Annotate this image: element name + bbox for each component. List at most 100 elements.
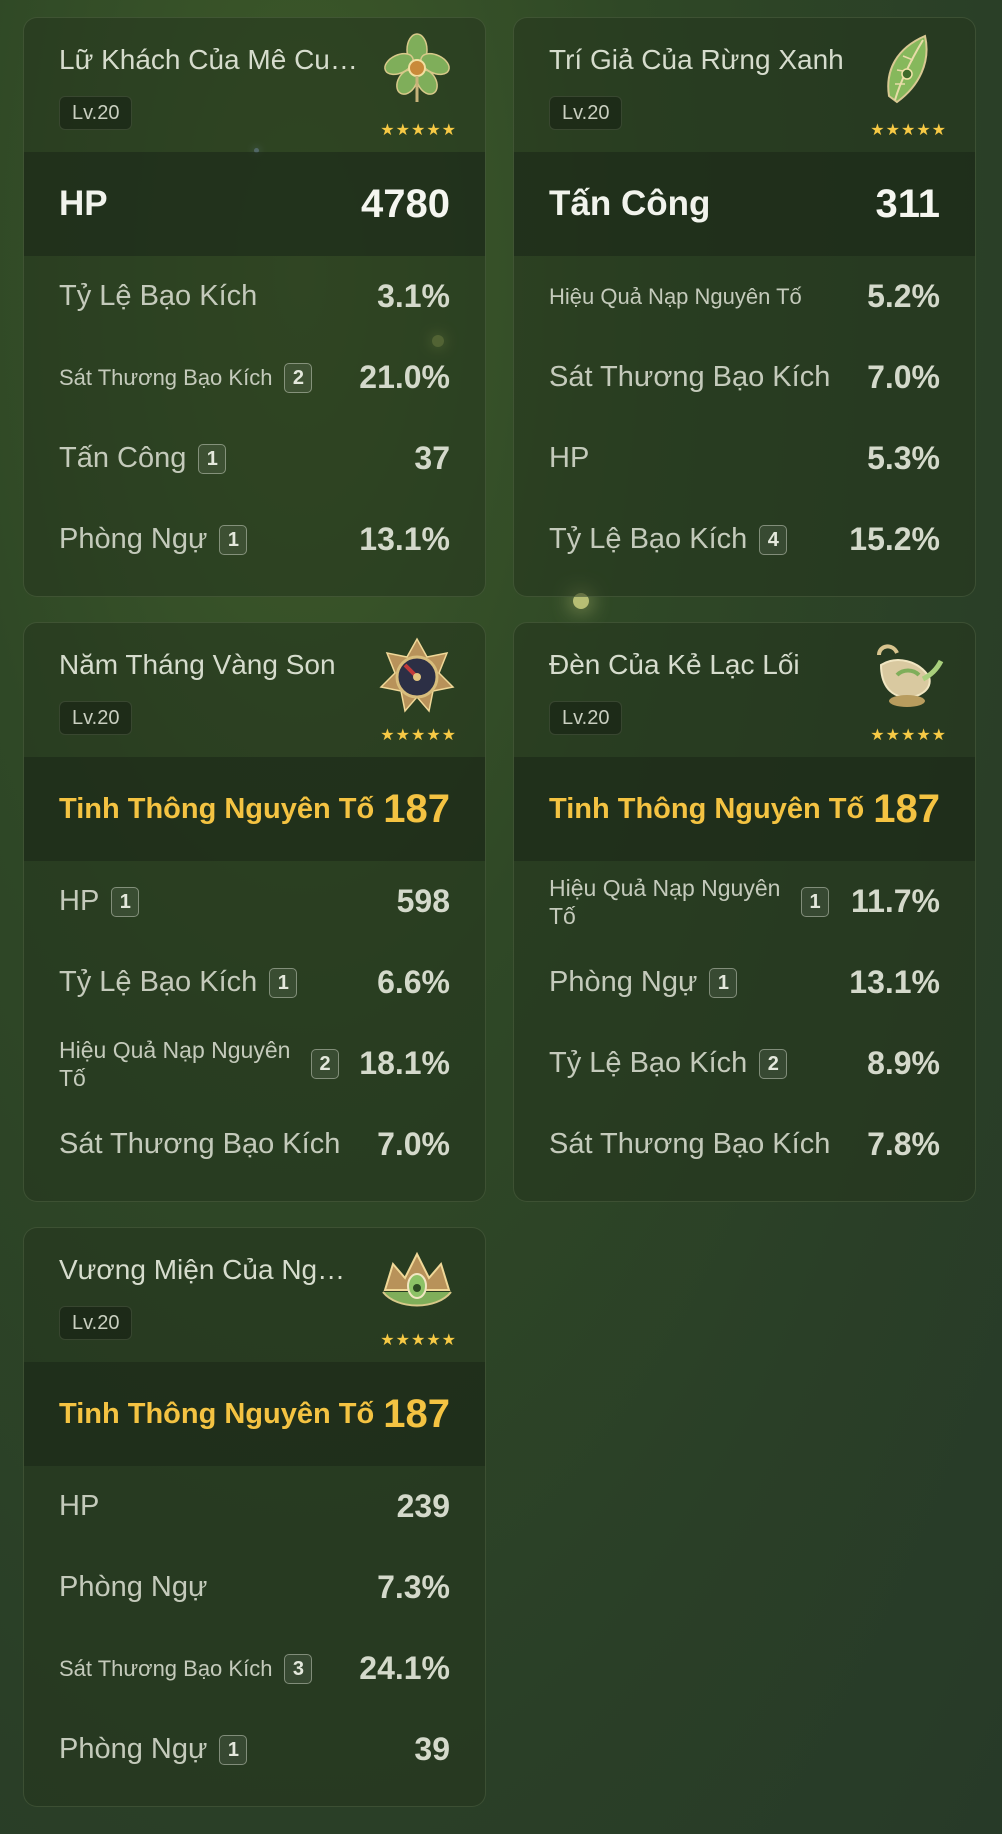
substat-value: 18.1% [359, 1045, 450, 1081]
substat-value: 13.1% [849, 964, 940, 1000]
substat-value: 6.6% [377, 964, 450, 1000]
artifact-card[interactable]: Trí Giả Của Rừng Xanh Lv.20 ★★★★★ Tấn Cô… [513, 17, 976, 597]
artifact-name: Năm Tháng Vàng Son [59, 649, 336, 680]
substat-label: Hiệu Quả Nạp Nguyên Tố [549, 283, 802, 309]
substat-label: Hiệu Quả Nạp Nguyên Tố [549, 874, 781, 929]
substat-row: Tỷ Lệ Bạo Kích 4 15.2% [514, 499, 975, 580]
substat-value: 3.1% [377, 278, 450, 314]
substat-label: HP [59, 885, 100, 917]
substat-label: HP [59, 1490, 100, 1522]
artifact-name: Trí Giả Của Rừng Xanh [549, 44, 844, 75]
substat-row: Tỷ Lệ Bạo Kích 1 6.6% [24, 942, 485, 1023]
roll-count-badge: 3 [284, 1653, 313, 1684]
lamp-icon [877, 644, 944, 707]
substat-row: HP 1 598 [24, 861, 485, 942]
rarity-stars: ★★★★★ [870, 122, 947, 139]
substat-value: 24.1% [359, 1650, 450, 1686]
substat-value: 5.3% [867, 440, 940, 476]
substat-value: 37 [414, 440, 450, 476]
artifact-card[interactable]: Vương Miện Của Nguy... Lv.20 ★★★★★ Tinh … [23, 1227, 486, 1807]
substat-label: Tỷ Lệ Bạo Kích [549, 523, 748, 555]
substat-row: Tấn Công 1 37 [24, 418, 485, 499]
crown-icon [382, 1251, 452, 1307]
main-stat-label: HP [59, 184, 108, 223]
main-stat-value: 311 [875, 181, 940, 226]
main-stat: Tinh Thông Nguyên Tố 187 [24, 757, 485, 861]
main-stat: Tinh Thông Nguyên Tố 187 [24, 1362, 485, 1466]
main-stat-label: Tấn Công [549, 184, 711, 223]
substat-row: Hiệu Quả Nạp Nguyên Tố 1 11.7% [514, 861, 975, 942]
substat-label: Sát Thương Bạo Kích [59, 1128, 341, 1160]
substat-row: HP 239 [24, 1466, 485, 1547]
substat-value: 7.0% [867, 359, 940, 395]
substat-label: Tỷ Lệ Bạo Kích [549, 1047, 748, 1079]
main-stat-value: 187 [383, 1391, 450, 1436]
roll-count-badge: 1 [709, 967, 738, 998]
substat-value: 598 [396, 883, 450, 919]
substat-row: Sát Thương Bạo Kích 7.8% [514, 1104, 975, 1185]
substat-label: Phòng Ngự [59, 1571, 208, 1603]
substat-value: 7.0% [377, 1126, 450, 1162]
main-stat-label: Tinh Thông Nguyên Tố [59, 792, 375, 825]
substat-label: HP [549, 442, 590, 474]
level-badge: Lv.20 [549, 96, 623, 130]
level-badge: Lv.20 [59, 96, 133, 130]
substat-value: 5.2% [867, 278, 940, 314]
substat-row: Tỷ Lệ Bạo Kích 3.1% [24, 256, 485, 337]
artifact-card[interactable]: Đèn Của Kẻ Lạc Lối Lv.20 ★★★★★ Tinh Thôn… [513, 622, 976, 1202]
feather-icon [887, 34, 928, 104]
substat-row: Phòng Ngự 7.3% [24, 1547, 485, 1628]
substat-label: Phòng Ngự [59, 1733, 208, 1765]
substat-value: 13.1% [359, 521, 450, 557]
artifact-card[interactable]: Năm Tháng Vàng Son Lv.20 ★★★★★ Tinh Thôn… [23, 622, 486, 1202]
main-stat: Tấn Công 311 [514, 152, 975, 256]
substat-row: Sát Thương Bạo Kích 3 24.1% [24, 1628, 485, 1709]
main-stat-value: 4780 [361, 181, 450, 226]
main-stat: HP 4780 [24, 152, 485, 256]
level-badge: Lv.20 [59, 701, 133, 735]
substat-value: 21.0% [359, 359, 450, 395]
roll-count-badge: 1 [198, 443, 227, 474]
substat-label: Sát Thương Bạo Kích [59, 1655, 273, 1681]
substat-value: 7.3% [377, 1569, 450, 1605]
substat-label: Sát Thương Bạo Kích [59, 364, 273, 390]
substat-value: 11.7% [851, 883, 940, 919]
main-stat-value: 187 [873, 786, 940, 831]
flower-icon [384, 33, 450, 102]
substat-row: Sát Thương Bạo Kích 2 21.0% [24, 337, 485, 418]
substat-label: Tỷ Lệ Bạo Kích [59, 966, 258, 998]
substat-label: Phòng Ngự [549, 966, 698, 998]
rarity-stars: ★★★★★ [870, 727, 947, 744]
main-stat-label: Tinh Thông Nguyên Tố [59, 1397, 375, 1430]
substat-value: 39 [414, 1731, 450, 1767]
artifact-name: Lữ Khách Của Mê Cung [59, 44, 359, 75]
level-badge: Lv.20 [549, 701, 623, 735]
rarity-stars: ★★★★★ [380, 727, 457, 744]
substat-row: Sát Thương Bạo Kích 7.0% [24, 1104, 485, 1185]
substat-row: Tỷ Lệ Bạo Kích 2 8.9% [514, 1023, 975, 1104]
substat-label: Phòng Ngự [59, 523, 208, 555]
artifact-card[interactable]: Lữ Khách Của Mê Cung Lv.20 ★★★★★ HP 4780… [23, 17, 486, 597]
substat-row: HP 5.3% [514, 418, 975, 499]
roll-count-badge: 1 [801, 886, 829, 917]
roll-count-badge: 2 [311, 1048, 339, 1079]
artifact-name: Vương Miện Của Nguy... [59, 1254, 359, 1285]
roll-count-badge: 1 [269, 967, 298, 998]
roll-count-badge: 1 [219, 524, 248, 555]
substat-value: 7.8% [867, 1126, 940, 1162]
rarity-stars: ★★★★★ [380, 122, 457, 139]
substat-label: Sát Thương Bạo Kích [549, 1128, 831, 1160]
substat-label: Tỷ Lệ Bạo Kích [59, 280, 258, 312]
roll-count-badge: 1 [111, 886, 140, 917]
artifact-name: Đèn Của Kẻ Lạc Lối [549, 649, 800, 680]
substat-label: Hiệu Quả Nạp Nguyên Tố [59, 1036, 291, 1091]
substat-row: Hiệu Quả Nạp Nguyên Tố 2 18.1% [24, 1023, 485, 1104]
substat-row: Phòng Ngự 1 13.1% [514, 942, 975, 1023]
substat-value: 8.9% [867, 1045, 940, 1081]
substat-label: Sát Thương Bạo Kích [549, 361, 831, 393]
sundial-icon [379, 637, 455, 713]
substat-row: Hiệu Quả Nạp Nguyên Tố 5.2% [514, 256, 975, 337]
roll-count-badge: 2 [284, 362, 313, 393]
main-stat: Tinh Thông Nguyên Tố 187 [514, 757, 975, 861]
substat-label: Tấn Công [59, 442, 187, 474]
